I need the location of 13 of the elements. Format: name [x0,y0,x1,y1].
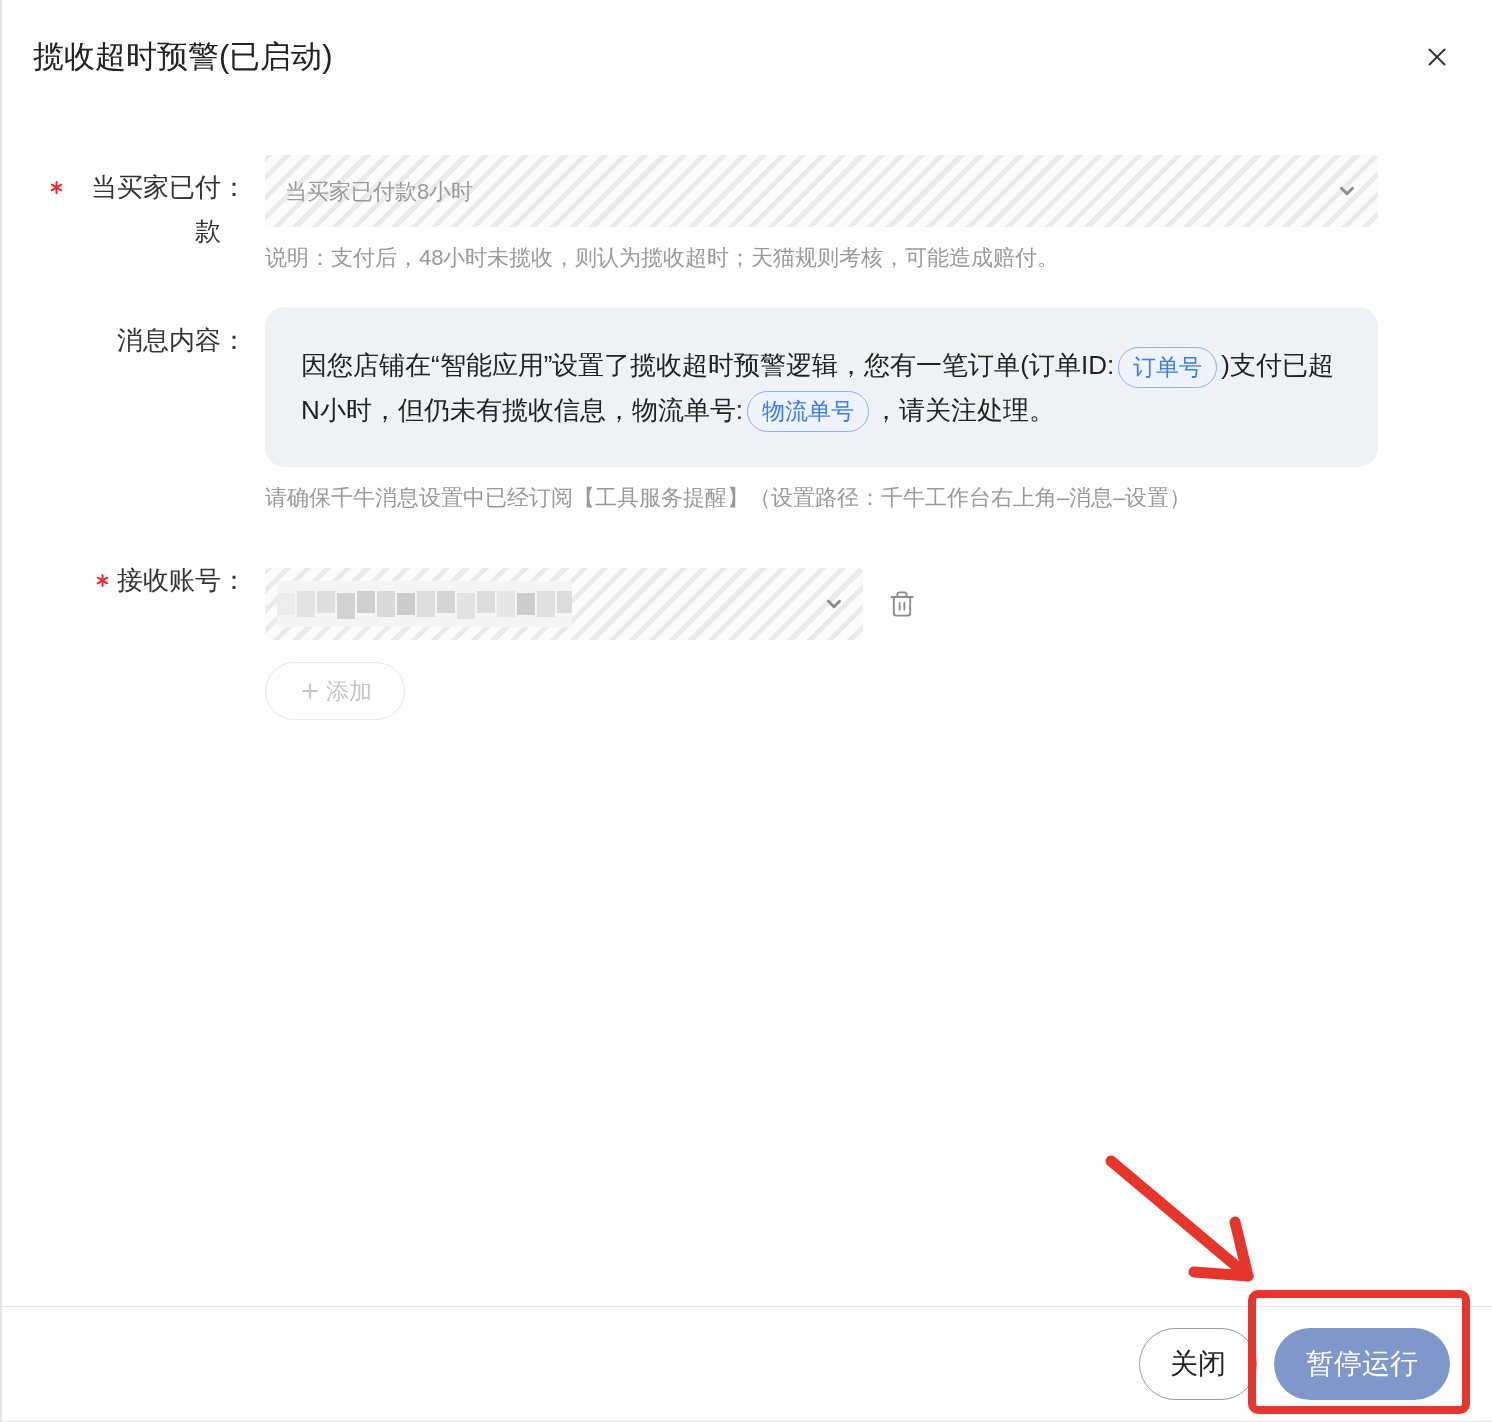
field-help-text: 说明：支付后，48小时未揽收，则认为揽收超时；天猫规则考核，可能造成赔付。 [265,244,1061,272]
delete-button[interactable] [888,589,916,620]
dialog-title: 揽收超时预警(已启动) [33,38,333,76]
field-label: 消息内容： [117,324,247,357]
trash-icon [888,589,916,620]
variable-tag: 物流单号 [747,391,869,433]
field-help-text: 请确保千牛消息设置中已经订阅【工具服务提醒】（设置路径：千牛工作台右上角–消息–设置） [265,484,1193,513]
message-text: 因您店铺在“智能应用”设置了揽收超时预警逻辑，您有一笔订单(订单ID: 订单号 )支付已超N小时，但仍未有揽收信息，物流单号: 物流单号 ，请关注处理。 [301,343,1342,433]
select-value: 当买家已付款8小时 [285,177,474,206]
field-label: 当买家已付款 ： [90,171,247,248]
field-label: 接收账号： [117,564,247,598]
variable-tag: 订单号 [1118,346,1218,388]
pause-button[interactable]: 暂停运行 [1274,1328,1450,1400]
